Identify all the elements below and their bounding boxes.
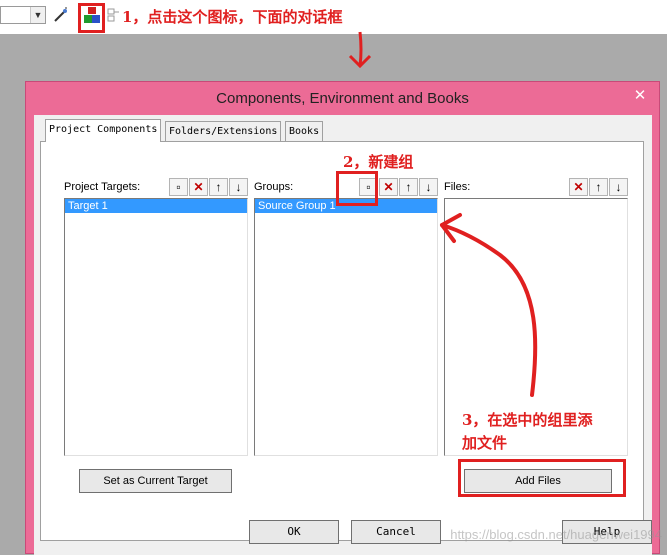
new-icon: ▫	[176, 180, 181, 194]
project-targets-list[interactable]: Target 1	[64, 198, 248, 456]
list-item[interactable]: Target 1	[65, 199, 247, 213]
ok-button[interactable]: OK	[249, 520, 339, 544]
step2-annotation: 2，新建组	[343, 153, 414, 171]
delete-icon: ✕	[193, 180, 204, 194]
arrow-up-icon: ↑	[405, 180, 412, 194]
step2-highlight	[336, 171, 378, 206]
toolbar: ▼ 1，点击这个图标，下面的对话框	[0, 0, 667, 34]
step1-arrow	[348, 31, 372, 69]
delete-icon: ✕	[573, 180, 584, 194]
step3-annotation-line1: 3，在选中的组里添	[462, 411, 593, 429]
chevron-down-icon[interactable]: ▼	[30, 7, 45, 23]
tab-books[interactable]: Books	[285, 121, 324, 141]
set-as-current-target-button[interactable]: Set as Current Target	[79, 469, 232, 493]
move-file-down-button[interactable]: ↓	[609, 178, 628, 196]
arrow-down-icon: ↓	[615, 180, 622, 194]
new-target-button[interactable]: ▫	[169, 178, 188, 196]
arrow-down-icon: ↓	[235, 180, 242, 194]
move-file-up-button[interactable]: ↑	[589, 178, 608, 196]
delete-target-button[interactable]: ✕	[189, 178, 208, 196]
step3-arrow	[440, 213, 538, 397]
project-targets-label: Project Targets:	[64, 181, 141, 193]
move-target-up-button[interactable]: ↑	[209, 178, 228, 196]
dialog-title: Components, Environment and Books	[216, 90, 469, 107]
delete-file-button[interactable]: ✕	[569, 178, 588, 196]
toolbar-combo[interactable]: ▼	[0, 6, 46, 24]
step1-annotation: 1，点击这个图标，下面的对话框	[122, 8, 343, 26]
step3-highlight	[458, 459, 626, 497]
groups-label: Groups:	[254, 181, 294, 193]
move-target-down-button[interactable]: ↓	[229, 178, 248, 196]
step1-highlight	[78, 3, 105, 33]
delete-group-button[interactable]: ✕	[379, 178, 398, 196]
files-label: Files:	[444, 181, 471, 193]
arrow-up-icon: ↑	[215, 180, 222, 194]
groups-list[interactable]: Source Group 1	[254, 198, 438, 456]
move-group-down-button[interactable]: ↓	[419, 178, 438, 196]
delete-icon: ✕	[383, 180, 394, 194]
arrow-up-icon: ↑	[595, 180, 602, 194]
wand-icon[interactable]	[52, 6, 70, 24]
close-button[interactable]: ✕	[627, 86, 653, 106]
watermark: https://blog.csdn.net/huagenwei1994	[450, 527, 662, 542]
arrow-down-icon: ↓	[425, 180, 432, 194]
cancel-button[interactable]: Cancel	[351, 520, 441, 544]
groups-group: Groups: ▫ ✕ ↑ ↓ Source Group 1	[254, 177, 438, 456]
move-group-up-button[interactable]: ↑	[399, 178, 418, 196]
tab-folders-extensions[interactable]: Folders/Extensions	[165, 121, 282, 141]
tab-project-components[interactable]: Project Components	[45, 119, 162, 142]
step3-annotation-line2: 加文件	[462, 434, 508, 452]
project-targets-group: Project Targets: ▫ ✕ ↑ ↓ Target 1	[64, 177, 248, 456]
